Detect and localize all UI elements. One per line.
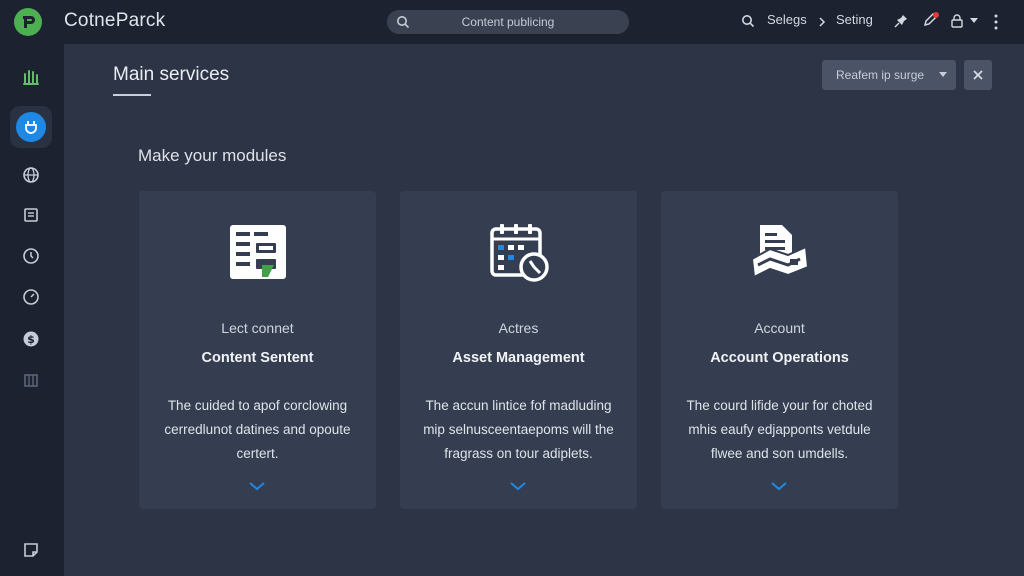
dropdown-label: Reafem ip surge: [836, 68, 925, 82]
sidebar-item-apps[interactable]: [10, 56, 52, 98]
sidebar: $: [0, 44, 64, 576]
coin-icon: $: [23, 331, 39, 347]
app-logo[interactable]: [14, 8, 42, 36]
sidebar-item-status[interactable]: [10, 276, 52, 318]
card-description: The accun lintice fof madluding mip seln…: [414, 394, 623, 466]
top-bar: CotneParck Content publicing Selegs Seti…: [0, 0, 1024, 44]
sidebar-item-archive[interactable]: [10, 359, 52, 401]
clock-icon: [23, 248, 39, 264]
green-hand-icon: [23, 70, 39, 85]
svg-text:$: $: [27, 333, 35, 346]
card-desc-line: fragrass on tour adiplets.: [444, 446, 593, 461]
sidebar-item-time[interactable]: [10, 235, 52, 277]
search-icon[interactable]: [741, 14, 755, 28]
sidebar-item-notes[interactable]: [10, 529, 52, 571]
title-underline: [113, 94, 151, 96]
chevron-down-icon[interactable]: [509, 481, 527, 491]
card-desc-line: mhis eaufy edjapponts vetdule: [688, 422, 871, 437]
chevron-down-icon[interactable]: [970, 18, 978, 24]
card-description: The courd lifide your for choted mhis ea…: [675, 394, 884, 466]
content-document-icon: [229, 225, 286, 279]
calendar-clock-icon: [489, 224, 549, 282]
page-title: Main services: [113, 64, 230, 85]
edit-notification-icon[interactable]: [922, 11, 940, 29]
card-title: Content Sentent: [201, 350, 314, 366]
top-link-seting[interactable]: Seting: [836, 12, 873, 27]
note-icon: [24, 543, 38, 557]
sidebar-item-home[interactable]: [10, 106, 52, 148]
home-active-indicator: [16, 112, 46, 142]
search-bar[interactable]: Content publicing: [387, 10, 629, 34]
region-dropdown[interactable]: Reafem ip surge: [822, 60, 956, 90]
close-icon: [973, 70, 983, 80]
chevron-down-icon[interactable]: [248, 481, 266, 491]
module-card-account[interactable]: Account Account Operations The courd lif…: [661, 191, 898, 509]
chevron-down-icon: [939, 72, 947, 77]
card-desc-line: cerredlunot datines and opoute: [164, 422, 351, 437]
card-title: Asset Management: [452, 350, 585, 366]
card-overline: Account: [754, 320, 805, 336]
globe-icon: [23, 167, 39, 183]
logo-icon: [23, 16, 35, 28]
module-card-content[interactable]: Lect connet Content Sentent The cuided t…: [139, 191, 376, 509]
card-overline: Lect connet: [221, 320, 294, 336]
card-desc-line: flwee and son umdells.: [710, 446, 849, 461]
section-title: Make your modules: [138, 146, 287, 165]
chevron-down-icon[interactable]: [770, 481, 788, 491]
search-text: Content publicing: [461, 15, 555, 29]
card-title: Account Operations: [710, 350, 849, 366]
card-desc-line: The accun lintice fof madluding: [425, 398, 612, 413]
plug-icon: [25, 121, 37, 134]
card-desc-line: certert.: [236, 446, 279, 461]
sidebar-item-documents[interactable]: [10, 194, 52, 236]
gauge-icon: [23, 289, 39, 305]
document-list-icon: [24, 208, 38, 222]
card-desc-line: The cuided to apof corclowing: [167, 398, 348, 413]
close-button[interactable]: [964, 60, 992, 90]
card-desc-line: The courd lifide your for choted: [686, 398, 873, 413]
app-title: CotneParck: [64, 10, 166, 31]
document-map-icon: [750, 225, 809, 279]
sidebar-item-globe[interactable]: [10, 154, 52, 196]
card-desc-line: mip selnusceentaepoms will the: [423, 422, 614, 437]
archive-icon: [24, 374, 38, 387]
top-link-selegs[interactable]: Selegs: [767, 12, 807, 27]
pin-icon[interactable]: [893, 13, 909, 29]
more-vertical-icon[interactable]: [993, 14, 999, 30]
card-overline: Actres: [498, 320, 539, 336]
chevron-right-icon: [819, 17, 826, 27]
card-description: The cuided to apof corclowing cerredluno…: [153, 394, 362, 466]
module-card-assets[interactable]: Actres Asset Management The accun lintic…: [400, 191, 637, 509]
lock-icon[interactable]: [950, 14, 964, 28]
sidebar-item-billing[interactable]: $: [10, 318, 52, 360]
